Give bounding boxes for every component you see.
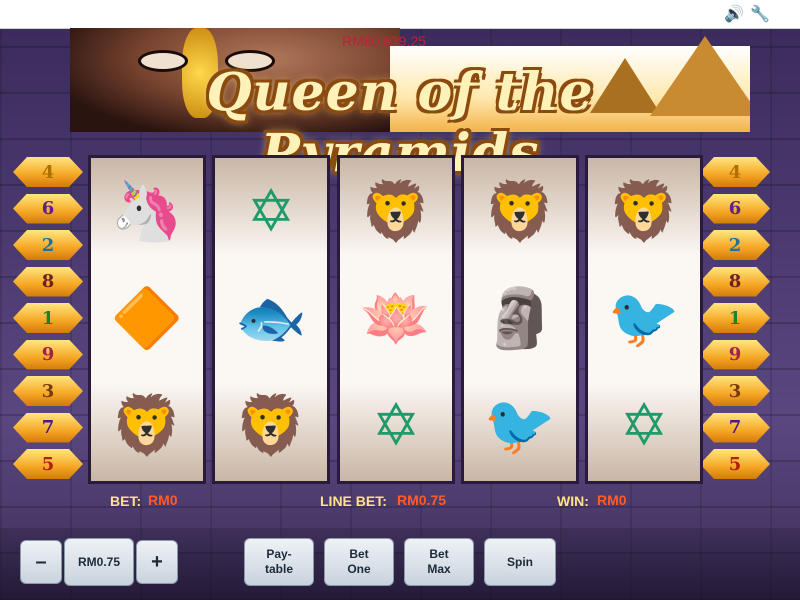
wrench-icon[interactable]: 🔧 <box>750 4 770 24</box>
payline-3[interactable]: 3 <box>700 376 770 406</box>
reel-1: 🦄 🔶 🦁 <box>88 155 206 484</box>
payline-3[interactable]: 3 <box>13 376 83 406</box>
sphinx-icon: 🦁 <box>483 178 557 244</box>
bet-label: BET: <box>110 493 142 509</box>
payline-7[interactable]: 7 <box>700 412 770 443</box>
info-bar: BET: RM0 LINE BET: RM0.75 WIN: RM0 <box>0 488 800 514</box>
pharaoh-mask-icon: 🗿 <box>483 285 557 351</box>
sphinx-icon: 🦁 <box>359 178 433 244</box>
decrease-bet-button[interactable]: – <box>20 540 62 584</box>
line-bet-value: RM0.75 <box>397 492 447 508</box>
payline-2[interactable]: 2 <box>13 230 83 260</box>
reel-2: ✡ 🐟 🦁 <box>212 155 330 484</box>
lotus-flower-icon: 🪷 <box>359 285 433 351</box>
payline-9[interactable]: 9 <box>700 339 770 370</box>
sphinx-icon: 🦁 <box>234 392 308 458</box>
line-bet-label: LINE BET: <box>320 493 387 509</box>
win-value: RM0 <box>597 492 627 508</box>
pyramid-ring-icon: 🔶 <box>110 285 184 351</box>
star-medallion-icon: ✡ <box>619 392 669 458</box>
reel-3: 🦁 🪷 ✡ <box>337 155 455 484</box>
payline-1[interactable]: 1 <box>13 303 83 333</box>
speaker-icon[interactable]: 🔊 <box>724 4 744 24</box>
paytable-button[interactable]: Pay- table <box>244 538 314 586</box>
green-bird-icon: 🐦 <box>607 285 681 351</box>
payline-8[interactable]: 8 <box>13 266 83 297</box>
bet-value: RM0 <box>148 492 178 508</box>
top-bar: 🔊 🔧 <box>0 0 800 29</box>
payline-5[interactable]: 5 <box>13 449 83 479</box>
payline-8[interactable]: 8 <box>700 266 770 297</box>
payline-6[interactable]: 6 <box>13 193 83 224</box>
payline-9[interactable]: 9 <box>13 339 83 370</box>
green-bird-icon: 🐦 <box>483 392 557 458</box>
reel-4: 🦁 🗿 🐦 <box>461 155 579 484</box>
bet-max-button[interactable]: Bet Max <box>404 538 474 586</box>
payline-6[interactable]: 6 <box>700 193 770 224</box>
star-medallion-icon: ✡ <box>246 178 296 244</box>
unicorn-head-icon: 🦄 <box>110 178 184 244</box>
three-fish-icon: 🐟 <box>234 285 308 351</box>
line-bet-display: RM0.75 <box>64 538 134 586</box>
payline-5[interactable]: 5 <box>700 449 770 479</box>
payline-4[interactable]: 4 <box>700 157 770 187</box>
payline-2[interactable]: 2 <box>700 230 770 260</box>
game-screen: 🔊 🔧 RM80 639.25 Queen of the Pyramids 46… <box>0 0 800 600</box>
spin-button[interactable]: Spin <box>484 538 556 586</box>
sphinx-icon: 🦁 <box>607 178 681 244</box>
reel-5: 🦁 🐦 ✡ <box>585 155 703 484</box>
increase-bet-button[interactable]: + <box>136 540 178 584</box>
bet-one-button[interactable]: Bet One <box>324 538 394 586</box>
win-label: WIN: <box>557 493 589 509</box>
jackpot-amount: RM80 639.25 <box>342 33 427 49</box>
star-medallion-icon: ✡ <box>371 392 421 458</box>
sphinx-icon: 🦁 <box>110 392 184 458</box>
payline-7[interactable]: 7 <box>13 412 83 443</box>
payline-4[interactable]: 4 <box>13 157 83 187</box>
payline-1[interactable]: 1 <box>700 303 770 333</box>
